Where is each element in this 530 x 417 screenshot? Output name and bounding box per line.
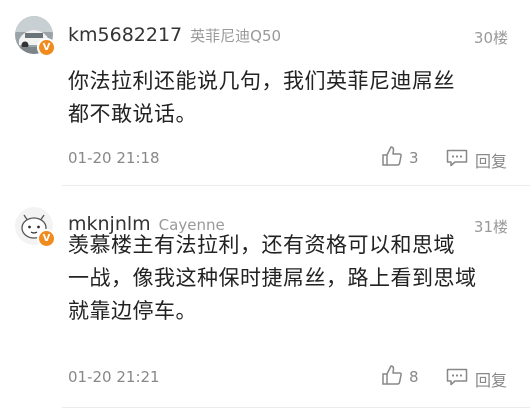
username[interactable]: km5682217 英菲尼迪Q50 xyxy=(68,24,281,46)
reply-button[interactable]: 回复 xyxy=(475,148,507,172)
comment-text: 你法拉利还能说几句，我们英菲尼迪屌丝 都不敢说话。 xyxy=(68,65,518,131)
verified-badge-icon: V xyxy=(37,229,56,248)
timestamp: 01-20 21:21 xyxy=(68,368,160,386)
comment-text-line: 就靠边停车。 xyxy=(68,299,197,323)
comment-text: 羡慕楼主有法拉利，还有资格可以和思域 一战，像我这种保时捷屌丝，路上看到思域 就… xyxy=(68,229,518,328)
reply-icon[interactable] xyxy=(446,149,468,167)
username-text: km5682217 xyxy=(68,24,183,46)
thumbs-up-icon[interactable] xyxy=(381,145,403,167)
like-count: 8 xyxy=(409,368,419,386)
divider xyxy=(62,185,530,186)
reply-button[interactable]: 回复 xyxy=(475,367,507,391)
verified-badge-icon: V xyxy=(37,38,56,57)
avatar[interactable]: V xyxy=(15,16,56,57)
floor-number: 30楼 xyxy=(473,29,508,47)
comment-item: V km5682217 英菲尼迪Q50 30楼 你法拉利还能说几句，我们英菲尼迪屌… xyxy=(0,0,530,185)
timestamp: 01-20 21:18 xyxy=(68,149,160,167)
comment-text-line: 你法拉利还能说几句，我们英菲尼迪屌丝 xyxy=(68,69,455,93)
comment-text-line: 都不敢说话。 xyxy=(68,102,197,126)
like-count: 3 xyxy=(409,149,419,167)
comment-text-line: 一战，像我这种保时捷屌丝，路上看到思域 xyxy=(68,266,477,290)
thumbs-up-icon[interactable] xyxy=(381,364,403,386)
avatar[interactable]: V xyxy=(15,207,56,248)
divider xyxy=(62,407,530,408)
car-model: 英菲尼迪Q50 xyxy=(190,27,282,45)
comment-item: V mknjnlm Cayenne 31楼 羡慕楼主有法拉利，还有资格可以和思域 … xyxy=(0,195,530,410)
comment-text-line: 羡慕楼主有法拉利，还有资格可以和思域 xyxy=(68,233,455,257)
reply-icon[interactable] xyxy=(446,368,468,386)
